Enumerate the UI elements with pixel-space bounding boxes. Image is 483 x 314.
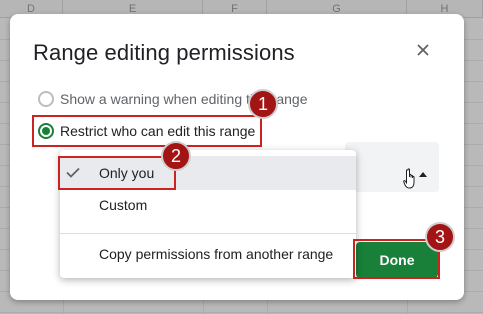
menu-divider	[60, 233, 356, 234]
menu-item-label: Custom	[99, 197, 148, 213]
permission-select[interactable]	[345, 142, 439, 192]
hand-cursor-icon	[403, 168, 415, 189]
step-badge-1: 1	[248, 89, 278, 119]
warning-radio[interactable]	[38, 91, 54, 107]
highlight-restrict-option	[32, 115, 262, 147]
step-badge-2: 2	[161, 141, 191, 171]
dialog-title: Range editing permissions	[33, 40, 295, 65]
highlight-only-you	[58, 156, 176, 190]
step-badge-3: 3	[425, 222, 455, 252]
menu-item-custom[interactable]: Custom	[60, 188, 356, 222]
menu-item-copy-permissions[interactable]: Copy permissions from another range	[60, 237, 356, 271]
close-icon	[417, 44, 429, 56]
close-button[interactable]	[411, 38, 435, 62]
menu-item-label: Copy permissions from another range	[99, 246, 334, 262]
dropdown-arrow-icon[interactable]	[419, 172, 427, 177]
